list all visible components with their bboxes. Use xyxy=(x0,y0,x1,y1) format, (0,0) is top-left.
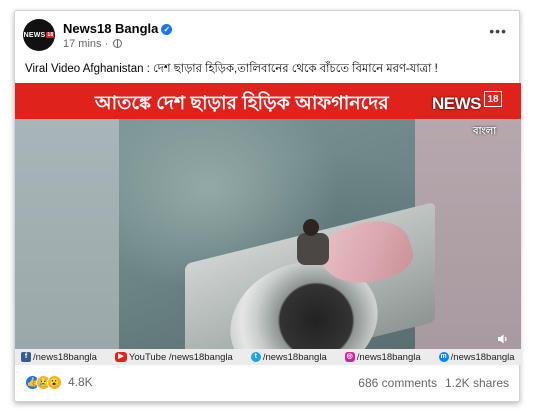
page-name-link[interactable]: News18 Bangla ✓ xyxy=(63,21,173,36)
avatar-text: NEWS xyxy=(23,31,46,39)
avatar-badge: 18 xyxy=(46,32,55,38)
twitter-icon: t xyxy=(250,352,261,362)
social-item-instagram: ◎ /news18bangla xyxy=(344,351,421,363)
social-handles-bar: f /news18bangla ▶ YouTube /news18bangla … xyxy=(15,349,521,365)
social-item-twitter: t /news18bangla xyxy=(250,351,327,363)
social-label: /news18bangla xyxy=(356,351,421,363)
instagram-icon: ◎ xyxy=(344,352,355,362)
wow-reaction-icon: 😮 xyxy=(47,374,62,390)
logo-word: NEWS xyxy=(432,94,482,113)
social-label: YouTube /news18bangla xyxy=(128,351,233,363)
youtube-icon: ▶ xyxy=(114,352,127,362)
post-meta: 17 mins · xyxy=(63,38,123,50)
person-on-wing xyxy=(293,210,419,296)
verified-badge-icon: ✓ xyxy=(161,24,173,35)
page-avatar[interactable]: NEWS 18 xyxy=(23,19,55,51)
volume-icon[interactable] xyxy=(497,333,509,345)
social-label: /news18bangla xyxy=(262,351,327,363)
person-head xyxy=(303,219,319,236)
person-body xyxy=(297,233,329,265)
shares-count[interactable]: 1.2K shares xyxy=(445,376,509,390)
social-label: /news18bangla xyxy=(450,351,515,363)
social-label: /news18bangla xyxy=(33,351,97,363)
globe-icon xyxy=(113,39,123,48)
post-caption: Viral Video Afghanistan : দেশ ছাড়ার হিড… xyxy=(25,63,438,75)
post-video[interactable]: আতঙ্কে দেশ ছাড়ার হিড়িক আফগানদের NEWS 1… xyxy=(15,83,521,365)
facebook-icon: f xyxy=(21,352,31,362)
reaction-count[interactable]: 4.8K xyxy=(68,375,93,389)
facebook-post-card: NEWS 18 News18 Bangla ✓ 17 mins · ••• Vir… xyxy=(14,10,521,402)
comments-count[interactable]: 686 comments xyxy=(358,376,437,390)
page-name[interactable]: News18 Bangla xyxy=(63,21,158,36)
post-header: NEWS 18 News18 Bangla ✓ 17 mins · ••• xyxy=(23,19,511,59)
social-item-messenger: m /news18bangla xyxy=(438,351,515,363)
social-item-facebook: f /news18bangla xyxy=(21,352,97,363)
more-options-icon[interactable]: ••• xyxy=(489,23,507,39)
social-item-youtube: ▶ YouTube /news18bangla xyxy=(114,351,233,363)
messenger-icon: m xyxy=(438,352,449,362)
reactions-summary[interactable]: 👍 😢 😮 4.8K xyxy=(25,373,93,391)
headline-text: আতঙ্কে দেশ ছাড়ার হিড়িক আফগানদের xyxy=(95,93,389,114)
post-timestamp[interactable]: 17 mins xyxy=(63,38,102,50)
logo-number: 18 xyxy=(484,91,502,107)
post-footer: 👍 😢 😮 4.8K 686 comments 1.2K shares xyxy=(15,369,521,399)
logo-subtitle: বাংলা xyxy=(473,126,497,137)
news18-logo: NEWS 18 xyxy=(428,89,508,119)
video-blur-left xyxy=(15,117,119,349)
